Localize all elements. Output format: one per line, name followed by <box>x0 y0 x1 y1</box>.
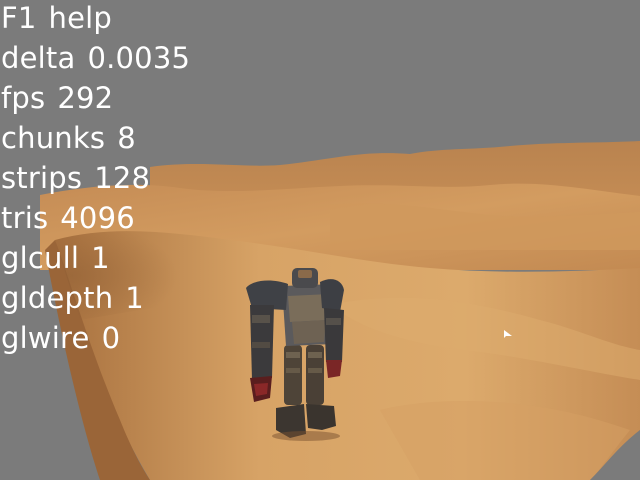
hud-line-glcull: glcull 1 <box>1 238 190 278</box>
hud-line-gldepth: gldepth 1 <box>1 278 190 318</box>
debug-overlay: F1 help delta 0.0035 fps 292 chunks 8 strips… <box>1 0 190 358</box>
hud-key: fps <box>1 81 46 115</box>
hud-key: tris <box>1 201 49 235</box>
hud-key: chunks <box>1 121 106 155</box>
hud-value: 8 <box>117 121 136 155</box>
hud-value: 0 <box>101 321 121 355</box>
mouse-cursor-icon <box>504 330 512 338</box>
hud-key: F1 <box>1 1 37 35</box>
hud-value: 0.0035 <box>87 41 191 75</box>
hud-line-delta: delta 0.0035 <box>1 38 190 78</box>
game-viewport[interactable]: F1 help delta 0.0035 fps 292 chunks 8 strips… <box>0 0 640 480</box>
hud-value: 292 <box>57 81 114 115</box>
hud-line-glwire: glwire 0 <box>1 318 190 358</box>
hud-line-tris: tris 4096 <box>1 198 190 238</box>
hud-line-help: F1 help <box>1 0 190 38</box>
hud-value: help <box>48 1 113 35</box>
hud-key: glwire <box>1 321 90 355</box>
hud-value: 1 <box>125 281 144 315</box>
hud-line-strips: strips 128 <box>1 158 190 198</box>
hud-key: delta <box>1 41 76 75</box>
hud-key: strips <box>1 161 83 195</box>
hud-line-chunks: chunks 8 <box>1 118 190 158</box>
hud-value: 4096 <box>60 201 135 235</box>
hud-line-fps: fps 292 <box>1 78 190 118</box>
hud-key: glcull <box>1 241 80 275</box>
hud-key: gldepth <box>1 281 114 315</box>
hud-value: 128 <box>94 161 151 195</box>
hud-value: 1 <box>91 241 110 275</box>
